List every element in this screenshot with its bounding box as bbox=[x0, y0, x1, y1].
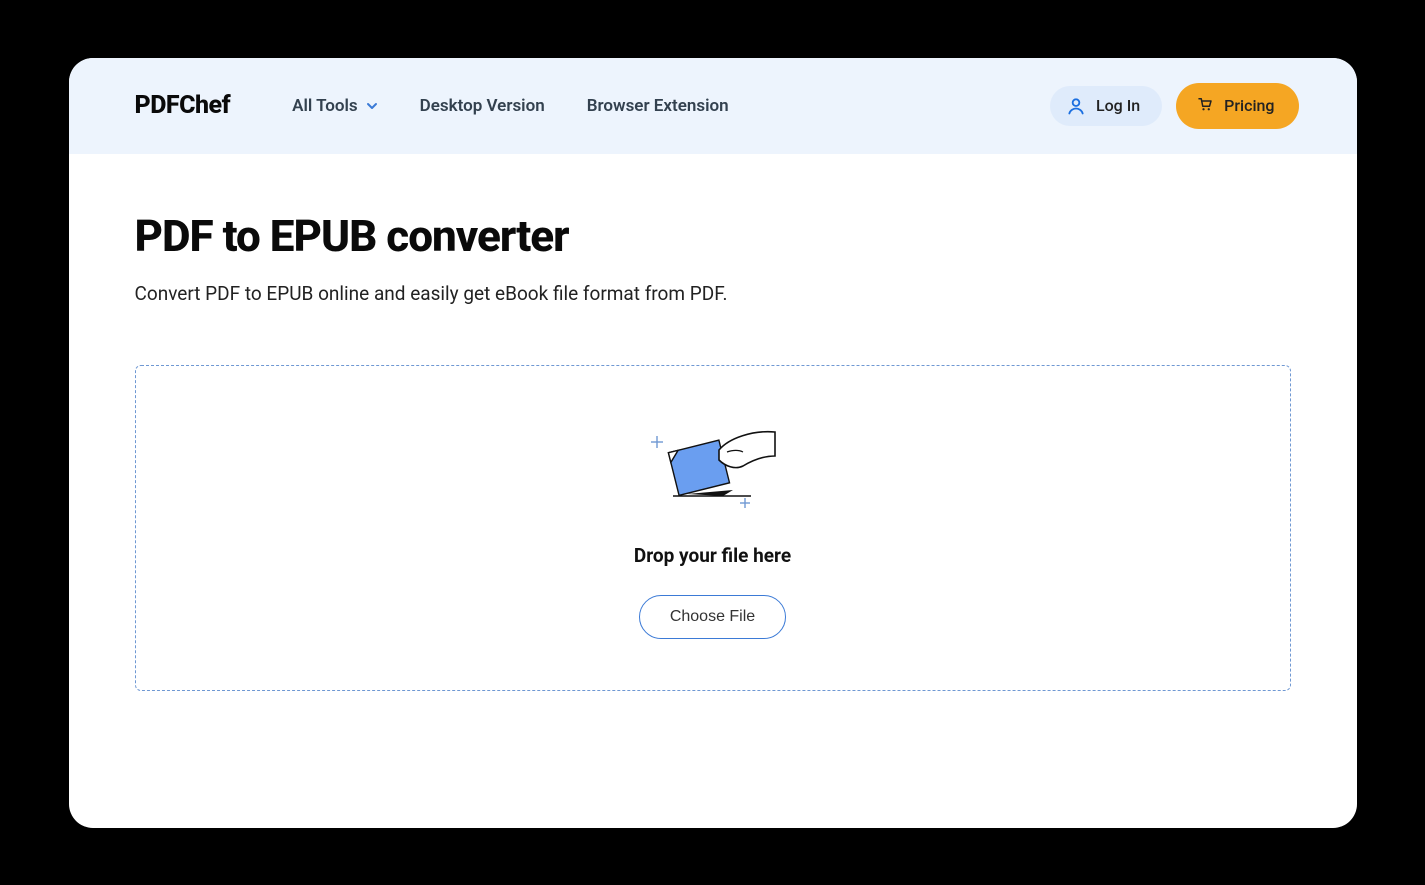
drop-file-illustration-icon bbox=[643, 416, 783, 516]
app-window: PDFChef All Tools Desktop Version Browse… bbox=[69, 58, 1357, 828]
login-button[interactable]: Log In bbox=[1050, 86, 1162, 126]
page-subtitle: Convert PDF to EPUB online and easily ge… bbox=[135, 282, 1291, 305]
nav-browser-extension[interactable]: Browser Extension bbox=[587, 96, 729, 116]
user-icon bbox=[1066, 96, 1086, 116]
pricing-label: Pricing bbox=[1224, 96, 1274, 115]
logo[interactable]: PDFChef bbox=[135, 91, 231, 120]
main-nav: All Tools Desktop Version Browser Extens… bbox=[292, 96, 729, 116]
header: PDFChef All Tools Desktop Version Browse… bbox=[69, 58, 1357, 154]
pricing-button[interactable]: Pricing bbox=[1176, 83, 1298, 129]
chevron-down-icon bbox=[366, 100, 378, 112]
file-dropzone[interactable]: Drop your file here Choose File bbox=[135, 365, 1291, 691]
dropzone-text: Drop your file here bbox=[634, 544, 791, 567]
login-label: Log In bbox=[1096, 96, 1140, 115]
cart-icon bbox=[1196, 95, 1214, 117]
nav-all-tools-label: All Tools bbox=[292, 96, 358, 116]
choose-file-button[interactable]: Choose File bbox=[639, 595, 786, 639]
main-content: PDF to EPUB converter Convert PDF to EPU… bbox=[69, 154, 1357, 691]
page-title: PDF to EPUB converter bbox=[135, 210, 1291, 262]
nav-desktop-version[interactable]: Desktop Version bbox=[420, 96, 545, 116]
nav-all-tools[interactable]: All Tools bbox=[292, 96, 378, 116]
